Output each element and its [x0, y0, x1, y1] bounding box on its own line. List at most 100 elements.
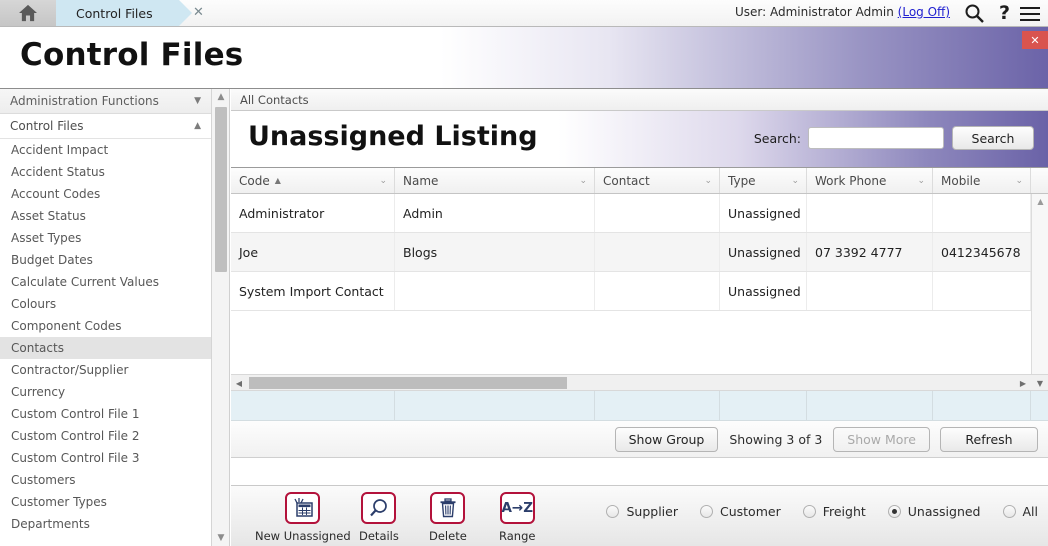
chevron-down-icon: ▼	[194, 96, 201, 106]
filter-cell-type[interactable]	[720, 391, 807, 420]
close-icon[interactable]: ✕	[193, 6, 205, 19]
search-input[interactable]	[808, 127, 944, 149]
a-to-z-sort-icon: A→Z	[499, 492, 535, 524]
grid-header-row: Code ▲ ⌄ Name ⌄ Contact ⌄ Type ⌄ Work Phone ⌄ Mobil…	[231, 168, 1048, 194]
help-icon[interactable]: ?	[999, 3, 1010, 23]
sidebar-item-label: Budget Dates	[11, 253, 93, 267]
grid-column-header-contact[interactable]: Contact ⌄	[595, 168, 720, 193]
filter-cell-name[interactable]	[395, 391, 595, 420]
sidebar-nav: Administration Functions ▼ Control Files…	[0, 89, 212, 546]
user-info: User: Administrator Admin (Log Off)	[735, 5, 950, 19]
radio-dot-icon	[606, 505, 620, 518]
radio-dot-icon	[887, 505, 901, 518]
details-button[interactable]: Details	[359, 492, 399, 543]
column-header-label: Contact	[603, 173, 650, 188]
filter-cell-work-phone[interactable]	[807, 391, 933, 420]
sidebar-item-contractor-supplier[interactable]: Contractor/Supplier	[0, 359, 211, 381]
grid-column-header-mobile[interactable]: Mobile ⌄	[933, 168, 1031, 193]
sidebar-item-label: Custom Control File 2	[11, 429, 140, 443]
listing-header: Unassigned Listing Search: Search	[231, 111, 1048, 168]
sidebar-item-custom-control-file-3[interactable]: Custom Control File 3	[0, 447, 211, 469]
radio-freight[interactable]: Freight	[802, 504, 866, 519]
sidebar-item-accident-status[interactable]: Accident Status	[0, 161, 211, 183]
sidebar-item-custom-control-file-2[interactable]: Custom Control File 2	[0, 425, 211, 447]
sidebar-item-departments[interactable]: Departments	[0, 513, 211, 535]
sidebar-item-customer-types[interactable]: Customer Types	[0, 491, 211, 513]
grid-column-header-code[interactable]: Code ▲ ⌄	[231, 168, 395, 193]
search-area: Search: Search	[754, 126, 1034, 150]
new-record-grid-icon	[285, 492, 321, 524]
sidebar-item-asset-types[interactable]: Asset Types	[0, 227, 211, 249]
grid-column-header-type[interactable]: Type ⌄	[720, 168, 807, 193]
scroll-right-icon[interactable]: ▶	[1015, 375, 1031, 391]
scroll-left-icon[interactable]: ◀	[231, 375, 247, 391]
close-window-button[interactable]: ✕	[1022, 31, 1048, 49]
page-title: Control Files	[20, 37, 244, 73]
show-group-button[interactable]: Show Group	[614, 426, 719, 452]
grid-vertical-scrollbar[interactable]: ▲	[1031, 194, 1048, 374]
table-cell-name: Blogs	[395, 233, 595, 271]
table-cell-work-phone	[807, 194, 933, 232]
table-cell-mobile	[933, 272, 1031, 310]
sidebar-item-contacts[interactable]: Contacts	[0, 337, 211, 359]
sidebar-item-colours[interactable]: Colours	[0, 293, 211, 315]
radio-supplier[interactable]: Supplier	[606, 504, 678, 519]
scroll-down-icon[interactable]: ▼	[212, 530, 230, 546]
table-row[interactable]: Joe Blogs Unassigned 07 3392 4777 0412345678	[231, 233, 1048, 272]
sidebar-item-account-codes[interactable]: Account Codes	[0, 183, 211, 205]
filter-cell-code[interactable]	[231, 391, 395, 420]
sidebar-group-control-files[interactable]: Control Files ▲	[0, 114, 211, 139]
search-icon[interactable]	[964, 3, 984, 23]
grid-column-header-name[interactable]: Name ⌄	[395, 168, 595, 193]
grid-filter-row[interactable]	[231, 391, 1048, 421]
scroll-down-icon[interactable]: ▼	[1032, 375, 1048, 391]
home-icon	[19, 4, 37, 22]
sidebar-item-calculate-current-values[interactable]: Calculate Current Values	[0, 271, 211, 293]
sidebar-item-currency[interactable]: Currency	[0, 381, 211, 403]
refresh-button[interactable]: Refresh	[940, 426, 1038, 452]
sidebar-subgroup-label: Control Files	[10, 119, 84, 133]
breadcrumb: All Contacts	[231, 89, 1048, 111]
filter-cell-contact[interactable]	[595, 391, 720, 420]
filter-cell-mobile[interactable]	[933, 391, 1031, 420]
grid-column-header-work-phone[interactable]: Work Phone ⌄	[807, 168, 933, 193]
radio-customer[interactable]: Customer	[699, 504, 781, 519]
sidebar-item-asset-status[interactable]: Asset Status	[0, 205, 211, 227]
sidebar-item-custom-control-file-1[interactable]: Custom Control File 1	[0, 403, 211, 425]
radio-all[interactable]: All	[1002, 504, 1038, 519]
search-button[interactable]: Search	[952, 126, 1034, 150]
tool-label: Range	[499, 529, 536, 543]
table-cell-name	[395, 272, 595, 310]
table-cell-mobile	[933, 194, 1031, 232]
type-filter-radio-group: Supplier Customer Freight Unassigned All	[584, 504, 1038, 519]
trash-can-icon	[430, 492, 466, 524]
log-off-link[interactable]: (Log Off)	[898, 5, 950, 19]
sidebar-scrollbar[interactable]: ▲ ▼	[212, 89, 230, 546]
show-more-button[interactable]: Show More	[833, 426, 930, 452]
scroll-up-icon[interactable]: ▲	[212, 89, 230, 105]
hamburger-menu-icon[interactable]	[1020, 3, 1040, 23]
scroll-up-icon[interactable]: ▲	[1032, 194, 1048, 209]
tab-control-files[interactable]: Control Files ✕	[56, 0, 204, 26]
new-unassigned-button[interactable]: New Unassigned	[255, 492, 351, 543]
radio-unassigned[interactable]: Unassigned	[887, 504, 981, 519]
sidebar-item-label: Accident Status	[11, 165, 105, 179]
table-row[interactable]: Administrator Admin Unassigned	[231, 194, 1048, 233]
range-button[interactable]: A→Z Range	[499, 492, 535, 543]
radio-dot-icon	[1002, 505, 1016, 518]
sidebar-scroll-thumb[interactable]	[215, 107, 227, 272]
table-row[interactable]: System Import Contact Unassigned	[231, 272, 1048, 311]
home-tab[interactable]	[0, 0, 68, 26]
sidebar-group-administration-functions[interactable]: Administration Functions ▼	[0, 89, 211, 114]
sidebar-item-accident-impact[interactable]: Accident Impact	[0, 139, 211, 161]
grid-horizontal-scrollbar[interactable]: ◀ ▶ ▼	[231, 374, 1048, 391]
action-toolbar: New Unassigned Details Delete A→Z Range …	[231, 485, 1048, 546]
sidebar-item-component-codes[interactable]: Component Codes	[0, 315, 211, 337]
delete-button[interactable]: Delete	[429, 492, 467, 543]
range-glyph: A→Z	[501, 500, 533, 516]
hscroll-thumb[interactable]	[249, 377, 567, 389]
table-cell-contact	[595, 233, 720, 271]
user-name-label: User: Administrator Admin	[734, 5, 898, 19]
sidebar-item-budget-dates[interactable]: Budget Dates	[0, 249, 211, 271]
sidebar-item-customers[interactable]: Customers	[0, 469, 211, 491]
